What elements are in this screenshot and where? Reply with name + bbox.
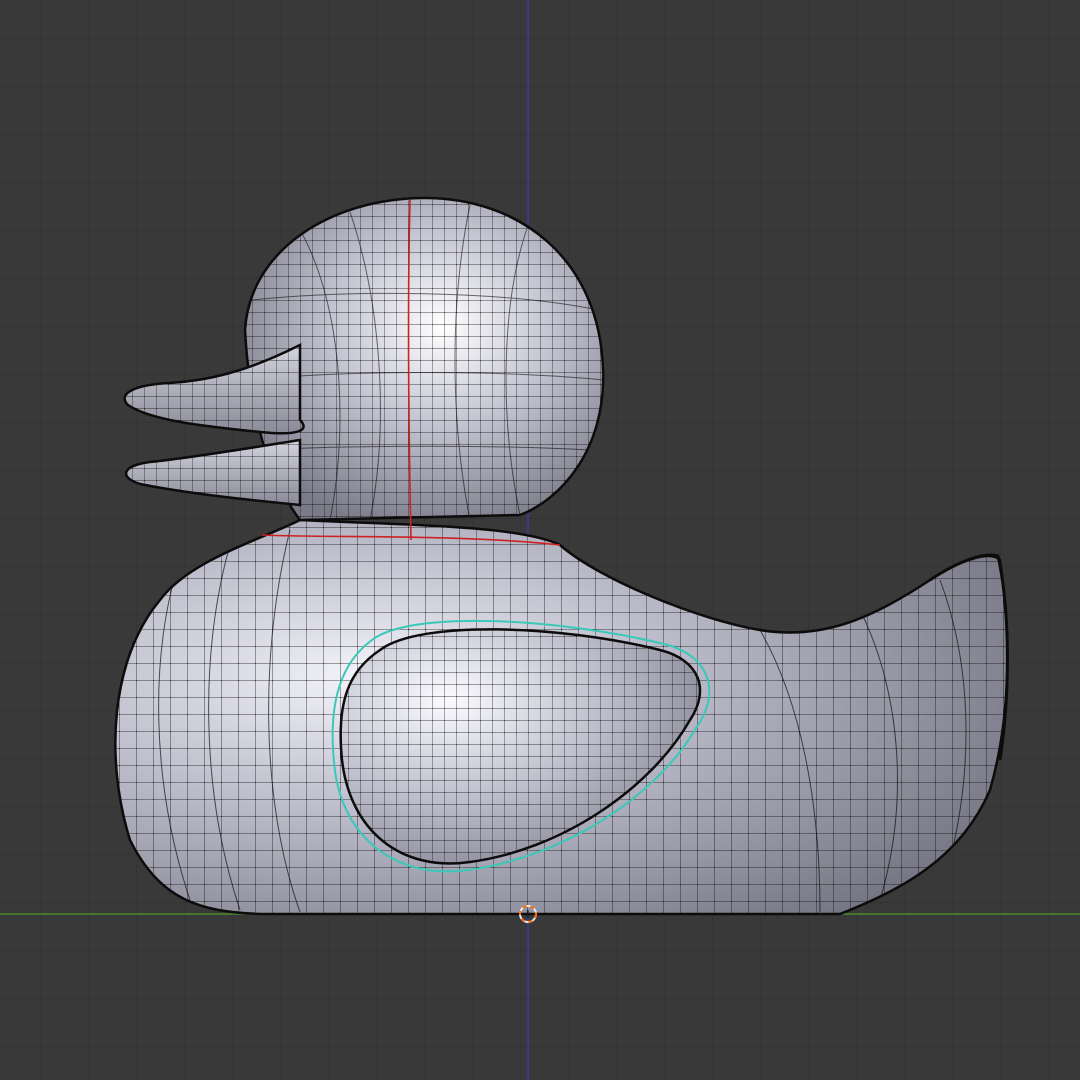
viewport-canvas[interactable] — [0, 0, 1080, 1080]
3d-viewport[interactable] — [0, 0, 1080, 1080]
